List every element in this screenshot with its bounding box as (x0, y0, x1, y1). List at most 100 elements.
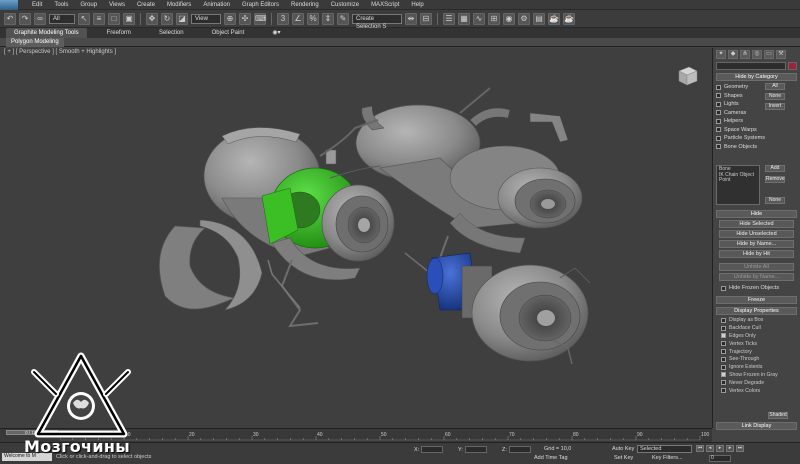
checkbox[interactable] (721, 317, 726, 323)
display-tab-icon[interactable]: ▭ (764, 50, 774, 59)
ribbon-options-icon[interactable]: ◉▾ (264, 28, 288, 38)
layer-manager-icon[interactable]: ☰ (443, 12, 455, 25)
rendered-frame-icon[interactable]: ▤ (533, 12, 545, 25)
play-icon[interactable]: ▸ (716, 445, 724, 452)
rotate-icon[interactable]: ↻ (161, 12, 173, 25)
add-button[interactable]: Add (765, 165, 785, 172)
object-name-field[interactable] (716, 62, 786, 70)
graphite-toggle-icon[interactable]: ▦ (458, 12, 470, 25)
category-bone-objects[interactable]: Bone Objects (716, 143, 797, 152)
move-icon[interactable]: ✥ (146, 12, 158, 25)
menu-customize[interactable]: Customize (325, 0, 365, 10)
rollout-link-display[interactable]: Link Display (716, 422, 797, 430)
category-listbox[interactable]: Bone IK Chain Object Point (716, 165, 760, 205)
select-object-icon[interactable]: ↖ (78, 12, 90, 25)
coord-y-field[interactable] (464, 446, 487, 453)
keyboard-shortcut-icon[interactable]: ⌨ (254, 12, 267, 25)
selection-filter-dropdown[interactable]: All (49, 13, 75, 24)
window-crossing-icon[interactable]: ▣ (123, 12, 135, 25)
angle-snap-icon[interactable]: ∠ (292, 12, 304, 25)
utilities-tab-icon[interactable]: ⚒ (776, 50, 786, 59)
checkbox[interactable] (716, 135, 721, 141)
hide-selected-button[interactable]: Hide Selected (719, 220, 794, 228)
rollout-hide[interactable]: Hide (716, 210, 797, 218)
edges-only-option[interactable]: Edges Only (713, 332, 800, 340)
checkbox[interactable] (721, 285, 726, 291)
key-selection-dropdown[interactable]: Selected (637, 445, 692, 453)
menu-rendering[interactable]: Rendering (285, 0, 325, 10)
unhide-by-name-button[interactable]: Unhide by Name... (719, 273, 794, 281)
menu-edit[interactable]: Edit (26, 0, 48, 10)
remove-button[interactable]: Remove (765, 176, 785, 183)
menu-animation[interactable]: Animation (197, 0, 236, 10)
edit-named-selection-icon[interactable]: ✎ (337, 12, 349, 25)
checkbox[interactable] (716, 127, 721, 133)
curve-editor-icon[interactable]: ∿ (473, 12, 485, 25)
tab-polygon-modeling[interactable]: Polygon Modeling (6, 38, 64, 47)
spinner-snap-icon[interactable]: ⇕ (322, 12, 334, 25)
invert-button[interactable]: Invert (765, 103, 785, 110)
none-button[interactable]: None (765, 93, 785, 100)
menu-create[interactable]: Create (131, 0, 161, 10)
hide-by-name-button[interactable]: Hide by Name... (719, 240, 794, 248)
list-item[interactable]: Point (719, 177, 757, 184)
show-frozen-gray-option[interactable]: Show Frozen in Gray (713, 371, 800, 379)
tab-graphite-modeling-tools[interactable]: Graphite Modeling Tools (6, 28, 87, 38)
track-bar[interactable]: 0 10 20 30 40 50 60 70 80 90 100 (60, 431, 710, 441)
pivot-center-icon[interactable]: ⊕ (224, 12, 236, 25)
menu-modifiers[interactable]: Modifiers (161, 0, 197, 10)
key-filters-button[interactable]: Key Filters... (652, 455, 683, 461)
all-button[interactable]: All (765, 83, 785, 90)
menu-group[interactable]: Group (74, 0, 103, 10)
backface-cull-option[interactable]: Backface Cull (713, 324, 800, 332)
undo-icon[interactable]: ↶ (4, 12, 16, 25)
tab-freeform[interactable]: Freeform (99, 28, 139, 38)
checkbox[interactable] (716, 110, 721, 116)
category-helpers[interactable]: Helpers (716, 117, 797, 126)
viewcube-icon[interactable] (673, 63, 699, 89)
see-through-option[interactable]: See-Through (713, 355, 800, 363)
modify-tab-icon[interactable]: ◆ (728, 50, 738, 59)
unhide-all-button[interactable]: Unhide All (719, 263, 794, 271)
checkbox[interactable] (721, 380, 726, 386)
checkbox[interactable] (716, 93, 721, 99)
ignore-extents-option[interactable]: Ignore Extents (713, 363, 800, 371)
tab-object-paint[interactable]: Object Paint (204, 28, 253, 38)
none-list-button[interactable]: None (765, 197, 785, 204)
select-manipulate-icon[interactable]: ✣ (239, 12, 251, 25)
checkbox[interactable] (721, 364, 726, 370)
render-setup-icon[interactable]: ⚙ (518, 12, 530, 25)
menu-tools[interactable]: Tools (48, 0, 74, 10)
category-particle-systems[interactable]: Particle Systems (716, 134, 797, 143)
checkbox[interactable] (721, 325, 726, 331)
previous-frame-icon[interactable]: ◂ (706, 445, 714, 452)
rollout-display-properties[interactable]: Display Properties (716, 306, 797, 315)
vertex-colors-option[interactable]: Vertex Colors (713, 387, 800, 395)
select-by-name-icon[interactable]: ≡ (93, 12, 105, 25)
mirror-icon[interactable]: ⇹ (405, 12, 417, 25)
current-frame-field[interactable]: 0 (709, 455, 731, 462)
percent-snap-icon[interactable]: % (307, 12, 319, 25)
add-time-tag[interactable]: Add Time Tag (534, 455, 568, 461)
coord-z-field[interactable] (508, 446, 531, 453)
checkbox[interactable] (721, 356, 726, 362)
menu-maxscript[interactable]: MAXScript (365, 0, 405, 10)
hide-unselected-button[interactable]: Hide Unselected (719, 230, 794, 238)
align-icon[interactable]: ⊟ (420, 12, 432, 25)
render-teapot-icon[interactable]: ☕ (548, 12, 560, 25)
checkbox[interactable] (721, 388, 726, 394)
tab-selection[interactable]: Selection (151, 28, 192, 38)
next-frame-icon[interactable]: ▸ (726, 445, 734, 452)
checkbox[interactable] (721, 372, 726, 378)
create-tab-icon[interactable]: ✦ (716, 50, 726, 59)
reference-coord-dropdown[interactable]: View (191, 13, 221, 24)
rect-selection-icon[interactable]: □ (108, 12, 120, 25)
checkbox[interactable] (721, 341, 726, 347)
checkbox[interactable] (716, 84, 721, 90)
checkbox[interactable] (716, 144, 721, 150)
app-menu-button[interactable] (0, 0, 18, 10)
checkbox[interactable] (721, 349, 726, 355)
auto-key-button[interactable]: Auto Key (612, 446, 634, 452)
menu-graph-editors[interactable]: Graph Editors (236, 0, 285, 10)
checkbox[interactable] (716, 118, 721, 124)
